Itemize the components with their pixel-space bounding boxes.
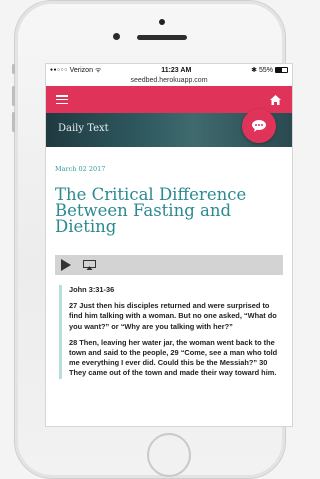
- phone-frame: ●●○○○ Verizon ᯤ 11:23 AM ✱ 55% seedbed.h…: [14, 0, 293, 479]
- audio-player: [55, 255, 283, 275]
- battery-icon: [274, 67, 288, 73]
- article-title: The Critical Difference Between Fasting …: [55, 185, 247, 236]
- battery-fill: [275, 68, 283, 72]
- scripture-reference: John 3:31-36: [69, 285, 115, 294]
- bluetooth-icon: ✱: [251, 67, 257, 74]
- airplay-icon[interactable]: [83, 260, 96, 270]
- earpiece-speaker: [137, 35, 187, 40]
- carrier-name: Verizon: [69, 66, 93, 74]
- scripture-paragraph: 27 Just then his disciples returned and …: [69, 301, 277, 331]
- mute-switch: [12, 64, 15, 74]
- volume-down-button: [12, 112, 15, 132]
- article-date: March 02 2017: [55, 165, 106, 173]
- front-camera: [113, 33, 120, 40]
- menu-icon[interactable]: [56, 95, 68, 104]
- volume-up-button: [12, 86, 15, 106]
- comment-button[interactable]: [242, 109, 276, 143]
- phone-screen: ●●○○○ Verizon ᯤ 11:23 AM ✱ 55% seedbed.h…: [45, 63, 293, 427]
- article-content: March 02 2017 The Critical Difference Be…: [46, 165, 292, 379]
- home-icon[interactable]: [269, 94, 282, 106]
- play-icon[interactable]: [61, 259, 71, 271]
- signal-icon: ●●○○○: [50, 67, 68, 73]
- url-bar[interactable]: seedbed.herokuapp.com: [46, 76, 292, 86]
- banner-title: Daily Text: [58, 123, 109, 134]
- status-right: ✱ 55%: [251, 66, 288, 74]
- home-button[interactable]: [147, 433, 191, 477]
- status-left: ●●○○○ Verizon ᯤ: [50, 66, 101, 75]
- status-bar: ●●○○○ Verizon ᯤ 11:23 AM ✱ 55%: [46, 64, 292, 76]
- battery-percent: 55%: [258, 66, 273, 74]
- front-sensor: [159, 19, 165, 25]
- scripture-paragraph: 28 Then, leaving her water jar, the woma…: [69, 337, 278, 378]
- page-banner: Daily Text: [46, 109, 292, 147]
- wifi-icon: ᯤ: [94, 66, 102, 74]
- scripture-passage: John 3:31-36 27 Just then his disciples …: [59, 285, 283, 379]
- status-time: 11:23 AM: [161, 66, 192, 74]
- chat-bubble-icon: [252, 120, 266, 132]
